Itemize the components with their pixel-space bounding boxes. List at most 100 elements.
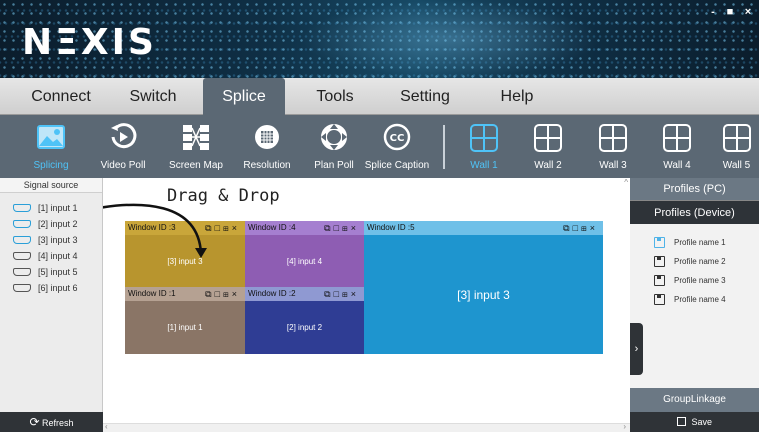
wall-3-label: Wall 3: [599, 160, 627, 171]
wall-grid-icon: [599, 124, 627, 152]
wall-5-label: Wall 5: [722, 160, 751, 171]
profile-item-2[interactable]: Profile name 2: [630, 252, 759, 271]
source-label: [3] input 3: [38, 235, 78, 245]
wall-5-button[interactable]: Wall 5: [714, 115, 759, 178]
close-icon[interactable]: ×: [351, 289, 359, 299]
scroll-left-icon[interactable]: ‹: [105, 422, 108, 431]
splice-toolbar: Splicing Video Poll Screen Map Resolutio…: [0, 115, 759, 178]
wall-4-button[interactable]: Wall 4: [651, 115, 703, 178]
svg-text:CC: CC: [390, 133, 405, 144]
screen-map-label: Screen Map: [169, 160, 223, 171]
tile-icon[interactable]: ⊞: [581, 223, 590, 233]
window-controls: ⧉□⊞×: [563, 221, 598, 235]
refresh-icon: ⟳: [29, 415, 40, 429]
tile-icon[interactable]: ⊞: [223, 223, 232, 233]
popout-icon[interactable]: ⧉: [563, 223, 572, 233]
scroll-right-icon[interactable]: ›: [623, 422, 626, 431]
splicing-label: Splicing: [33, 160, 69, 171]
popout-icon[interactable]: ⧉: [324, 289, 333, 299]
hdmi-icon: [13, 284, 31, 292]
tab-splice[interactable]: Splice: [203, 78, 285, 115]
tab-switch[interactable]: Switch: [112, 78, 194, 115]
horizontal-scrollbar[interactable]: ‹ ›: [103, 422, 630, 432]
tab-tools[interactable]: Tools: [294, 78, 376, 115]
refresh-button[interactable]: ⟳ Refresh: [0, 412, 103, 432]
source-item-5[interactable]: [5] input 5: [0, 264, 102, 280]
maximize-button[interactable]: ■: [723, 6, 737, 18]
close-icon[interactable]: ×: [351, 223, 359, 233]
maximize-icon[interactable]: □: [573, 223, 581, 233]
splice-window[interactable]: Window ID :2 ⧉□⊞× [2] input 2: [245, 287, 364, 354]
splice-window[interactable]: Window ID :3 ⧉□⊞× [3] input 3: [125, 221, 245, 287]
screen-map-button[interactable]: Screen Map: [162, 115, 230, 178]
plan-poll-icon: [321, 124, 347, 150]
tile-icon[interactable]: ⊞: [342, 223, 351, 233]
close-button[interactable]: ×: [741, 6, 755, 18]
profile-item-4[interactable]: Profile name 4: [630, 290, 759, 309]
tab-help[interactable]: Help: [476, 78, 558, 115]
splice-caption-label: Splice Caption: [364, 160, 430, 171]
toolbar-divider: [443, 125, 445, 169]
maximize-icon[interactable]: □: [334, 289, 342, 299]
scroll-up-icon[interactable]: ^: [624, 178, 628, 187]
splice-window[interactable]: Window ID :5 ⧉□⊞× [3] input 3: [364, 221, 603, 354]
window-content: [3] input 3: [125, 235, 245, 287]
wall-grid-icon: [470, 124, 498, 152]
maximize-icon[interactable]: □: [215, 223, 223, 233]
profile-item-1[interactable]: Profile name 1: [630, 233, 759, 252]
profiles-pc-tab[interactable]: Profiles (PC): [630, 178, 759, 200]
maximize-icon[interactable]: □: [334, 223, 342, 233]
splice-canvas[interactable]: Drag & Drop Window ID :3 ⧉□⊞× [3] input …: [103, 178, 630, 432]
tab-connect[interactable]: Connect: [20, 78, 102, 115]
drag-drop-hint: Drag & Drop: [167, 186, 280, 206]
splice-window[interactable]: Window ID :4 ⧉□⊞× [4] input 4: [245, 221, 364, 287]
group-linkage-button[interactable]: GroupLinkage: [630, 388, 759, 412]
profile-label: Profile name 4: [674, 295, 726, 304]
maximize-icon[interactable]: □: [215, 289, 223, 299]
wall-2-button[interactable]: Wall 2: [522, 115, 574, 178]
source-item-1[interactable]: [1] input 1: [0, 200, 102, 216]
window-content: [1] input 1: [125, 301, 245, 354]
wall-4-label: Wall 4: [663, 160, 691, 171]
splice-caption-button[interactable]: CC Splice Caption: [362, 115, 432, 178]
wall-1-label: Wall 1: [470, 160, 498, 171]
resolution-icon: [255, 125, 279, 149]
save-button[interactable]: Save: [630, 412, 759, 432]
popout-icon[interactable]: ⧉: [205, 289, 214, 299]
image-icon: [37, 125, 65, 149]
source-item-3[interactable]: [3] input 3: [0, 232, 102, 248]
panel-toggle-button[interactable]: ›: [630, 323, 643, 375]
window-title: Window ID :1: [128, 289, 176, 298]
profiles-device-tab[interactable]: Profiles (Device): [630, 200, 759, 224]
video-poll-button[interactable]: Video Poll: [90, 115, 156, 178]
tile-icon[interactable]: ⊞: [223, 289, 232, 299]
wall-grid-icon: [722, 124, 751, 152]
window-title: Window ID :3: [128, 223, 176, 232]
splicing-button[interactable]: Splicing: [20, 115, 82, 178]
window-title: Window ID :2: [248, 289, 296, 298]
window-title: Window ID :5: [367, 223, 415, 232]
source-item-2[interactable]: [2] input 2: [0, 216, 102, 232]
floppy-disk-icon: [654, 275, 665, 286]
save-label: Save: [691, 417, 713, 427]
popout-icon[interactable]: ⧉: [324, 223, 333, 233]
profile-item-3[interactable]: Profile name 3: [630, 271, 759, 290]
close-icon[interactable]: ×: [232, 289, 240, 299]
close-icon[interactable]: ×: [232, 223, 240, 233]
close-icon[interactable]: ×: [590, 223, 598, 233]
floppy-disk-icon: [654, 237, 665, 248]
wall-3-button[interactable]: Wall 3: [587, 115, 639, 178]
hdmi-icon: [13, 268, 31, 276]
source-item-4[interactable]: [4] input 4: [0, 248, 102, 264]
minimize-button[interactable]: -: [706, 6, 720, 18]
resolution-button[interactable]: Resolution: [236, 115, 298, 178]
signal-source-title: Signal source: [0, 178, 102, 193]
source-item-6[interactable]: [6] input 6: [0, 280, 102, 296]
window-content: [4] input 4: [245, 235, 364, 287]
splice-window[interactable]: Window ID :1 ⧉□⊞× [1] input 1: [125, 287, 245, 354]
wall-1-button[interactable]: Wall 1: [458, 115, 510, 178]
tile-icon[interactable]: ⊞: [342, 289, 351, 299]
tab-setting[interactable]: Setting: [384, 78, 466, 115]
popout-icon[interactable]: ⧉: [205, 223, 214, 233]
plan-poll-button[interactable]: Plan Poll: [306, 115, 362, 178]
